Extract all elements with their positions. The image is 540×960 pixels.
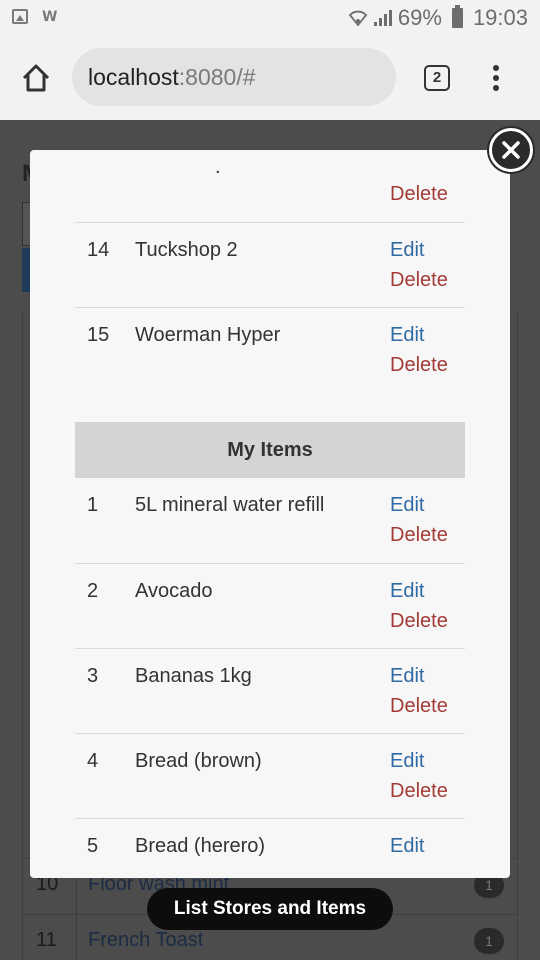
overflow-menu-icon[interactable] [493, 65, 501, 93]
home-icon[interactable] [18, 60, 54, 96]
count-badge: 1 [474, 928, 504, 954]
edit-link[interactable]: Edit [390, 835, 424, 858]
row-index: 14 [87, 239, 110, 261]
row-label: Tuckshop 2 [135, 239, 238, 261]
tab-switcher-button[interactable]: 2 [424, 65, 450, 91]
clock: 19:03 [472, 5, 528, 30]
w-app-icon: W [42, 9, 58, 25]
delete-link[interactable]: Delete [390, 780, 448, 803]
url-bar[interactable]: localhost:8080/# [72, 48, 396, 106]
delete-link[interactable]: Delete [390, 269, 448, 292]
delete-link[interactable]: Delete [390, 524, 448, 547]
row-number: 11 [36, 929, 57, 951]
delete-link[interactable]: Delete [390, 354, 448, 377]
row-label: Bread (herero) [135, 835, 266, 857]
close-icon[interactable] [489, 128, 533, 172]
edit-link[interactable]: Edit [390, 580, 424, 603]
browser-toolbar: localhost:8080/# 2 [0, 38, 540, 120]
list-item: 5 Bread (herero) Edit [75, 818, 465, 878]
signal-icon [373, 10, 392, 26]
edit-link[interactable]: Edit [390, 750, 424, 773]
edit-link[interactable]: Edit [390, 324, 424, 347]
row-index: 1 [87, 494, 99, 516]
list-item: 14 Tuckshop 2 Edit Delete [75, 222, 465, 307]
section-header-my-items: My Items [75, 422, 465, 478]
list-item: 15 Woerman Hyper Edit Delete [75, 307, 465, 392]
row-label: Avocado [135, 580, 213, 602]
row-index: 5 [87, 835, 99, 857]
row-index: 4 [87, 750, 99, 772]
delete-link[interactable]: Delete [390, 695, 448, 718]
url-host: localhost [88, 64, 179, 90]
row-label: Bananas 1kg [135, 665, 252, 687]
edit-link[interactable]: Edit [390, 494, 424, 517]
modal-list: . Delete 14 Tuckshop 2 Edit Delete 15 Wo… [75, 150, 465, 878]
stores-items-modal: . Delete 14 Tuckshop 2 Edit Delete 15 Wo… [30, 150, 510, 878]
list-item: . Delete [75, 150, 465, 222]
image-icon [12, 9, 28, 24]
row-label: Bread (brown) [135, 750, 262, 772]
row-index: 3 [87, 665, 99, 687]
row-index: 15 [87, 324, 110, 346]
row-label: Woerman Hyper [135, 324, 281, 346]
status-bar: W 69% 19:03 [0, 0, 540, 38]
list-item: 2 Avocado Edit Delete [75, 563, 465, 648]
row-name: French Toast [88, 929, 204, 951]
row-index: 2 [87, 580, 99, 602]
list-stores-items-button[interactable]: List Stores and Items [147, 888, 393, 930]
url-path: :8080/# [178, 64, 256, 90]
list-item: 3 Bananas 1kg Edit Delete [75, 648, 465, 733]
list-item: 4 Bread (brown) Edit Delete [75, 733, 465, 818]
battery-percent: 69% [397, 5, 442, 30]
row-label: 5L mineral water refill [135, 494, 325, 516]
delete-link[interactable]: Delete [390, 183, 448, 206]
wifi-icon [348, 9, 368, 27]
edit-link[interactable]: Edit [390, 665, 424, 688]
row-label: . [215, 156, 221, 178]
battery-icon [451, 5, 463, 28]
list-item: 1 5L mineral water refill Edit Delete [75, 478, 465, 563]
delete-link[interactable]: Delete [390, 610, 448, 633]
edit-link[interactable]: Edit [390, 239, 424, 262]
